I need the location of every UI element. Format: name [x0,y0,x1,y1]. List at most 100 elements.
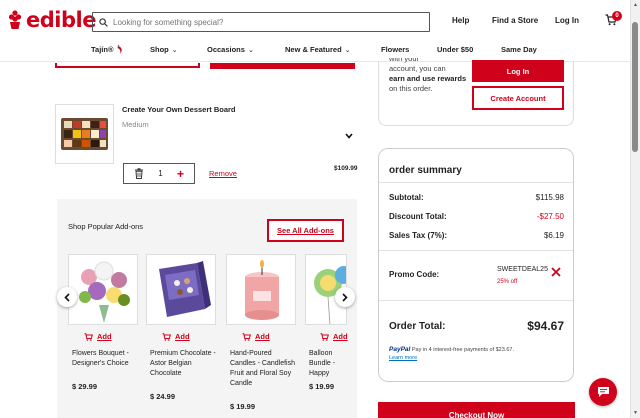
cart-plus-icon [320,332,329,341]
chili-pepper-icon [117,45,123,54]
nav-new-featured[interactable]: New & Featured ⌄ [285,45,351,54]
cart-plus-icon [84,332,93,341]
scroll-down-arrow-icon[interactable]: ▼ [633,410,638,416]
nav-under-50[interactable]: Under $50 [437,45,473,54]
nav-under-50-label: Under $50 [437,45,474,54]
subtotal-label: Subtotal: [389,193,424,202]
subtotal-value: $115.98 [535,193,564,202]
create-account-button[interactable]: Create Account [472,86,564,110]
remove-promo-icon[interactable] [550,266,562,278]
addon-image-flowers[interactable] [68,254,138,325]
carousel-prev-button[interactable] [57,287,77,307]
nav-tajin[interactable]: Tajín® [91,45,124,54]
nav-tajin-label: Tajín® [91,45,114,54]
nav-new-featured-label: New & Featured [285,45,342,54]
chevron-left-icon [64,292,70,302]
cart-plus-icon [162,332,171,341]
add-button-candle[interactable]: Add [242,332,270,341]
addon-price: $ 24.99 [150,392,176,401]
prompt-line: on this order. [389,84,433,93]
addon-price: $ 19.99 [309,382,335,391]
addon-name: Balloon Bundle - Happy Birthday Bundle [309,350,336,377]
product-title[interactable]: Create Your Own Dessert Board [122,105,236,114]
carousel-next-button[interactable] [335,287,355,307]
logo-mark-icon [8,10,22,29]
item-price: $109.99 [334,165,358,172]
nav-shop[interactable]: Shop ⌄ [150,45,178,54]
nav-same-day[interactable]: Same Day [501,45,537,54]
chevron-down-icon: ⌄ [344,46,351,54]
quantity-stepper[interactable]: 1 + [123,163,195,184]
partial-filled-button[interactable] [210,63,355,69]
chat-icon [597,387,609,397]
addon-price: $ 19.99 [230,402,256,411]
trash-icon[interactable] [134,168,144,179]
checkout-button[interactable]: Checkout Now [378,402,575,418]
promo-code: SWEETDEAL25 [497,266,548,273]
addon-name: Premium Chocolate - Astor Belgian Chocol… [150,350,216,377]
brand-name: edible [26,8,96,32]
cart-plus-icon [242,332,251,341]
addons-title: Shop Popular Add-ons [68,222,144,231]
edible-logo[interactable]: edible [8,8,96,32]
partial-outline-button[interactable] [55,63,200,68]
divider [379,250,573,251]
login-link[interactable]: Log In [555,16,579,25]
nav-flowers-label: Flowers [381,45,410,54]
divider [379,300,573,301]
help-link[interactable]: Help [452,16,469,25]
learn-more-link[interactable]: Learn more [389,355,417,361]
addon-image-chocolate[interactable] [146,254,216,325]
promo-label: Promo Code: [389,270,440,279]
search-input[interactable] [113,17,413,27]
nav-shop-label: Shop [150,45,169,54]
addon-price: $ 29.99 [72,382,98,391]
product-size: Medium [122,120,149,129]
add-button-chocolate[interactable]: Add [162,332,190,341]
add-label: Add [255,332,270,341]
order-total-value: $94.67 [527,319,564,333]
summary-title: order summary [389,165,462,176]
product-image [55,104,114,164]
search-bar[interactable] [92,12,430,32]
account-prompt-text: with your account, you can earn and use … [389,58,469,94]
chevron-down-icon: ⌄ [171,46,178,54]
see-all-addons-button[interactable]: See All Add-ons [267,219,344,242]
prompt-line: account, you can [389,64,446,73]
checkout-label: Checkout Now [448,411,505,418]
discount-value: -$27.50 [536,212,564,221]
add-label: Add [97,332,112,341]
add-label: Add [333,332,348,341]
increment-button[interactable]: + [177,168,184,180]
remove-link[interactable]: Remove [209,169,237,178]
search-icon [99,17,108,27]
add-button-balloon[interactable]: Add [320,332,348,341]
paypal-message: PayPal Pay in 4 interest-free payments o… [389,346,569,362]
scroll-up-arrow-icon[interactable]: ▲ [633,2,638,8]
chevron-down-icon: ⌄ [247,46,254,54]
add-label: Add [175,332,190,341]
chevron-right-icon [342,292,348,302]
addon-name: Hand-Poured Candles - Candlefish Fruit a… [230,350,295,387]
nav-flowers[interactable]: Flowers [381,45,409,54]
chevron-down-icon[interactable] [345,133,353,139]
promo-discount: 25% off [497,279,518,285]
nav-occasions-label: Occasions [207,45,245,54]
login-button[interactable]: Log In [472,60,564,82]
cart-count-badge: 0 [612,11,622,21]
order-total-label: Order Total: [389,321,446,332]
nav-occasions[interactable]: Occasions ⌄ [207,45,254,54]
addon-name: Flowers Bouquet - Designer's Choice [72,350,129,367]
add-button-flowers[interactable]: Add [84,332,112,341]
discount-label: Discount Total: [389,212,447,221]
addon-image-candle[interactable] [226,254,296,325]
divider [379,182,573,183]
scrollbar-thumb[interactable] [632,22,638,152]
quantity-value: 1 [158,169,163,178]
chat-button[interactable] [589,378,617,406]
tax-value: $6.19 [543,231,564,240]
find-store-link[interactable]: Find a Store [492,16,538,25]
tax-label: Sales Tax (7%): [389,231,448,240]
prompt-bold: earn and use rewards [389,74,467,83]
paypal-text: Pay in 4 interest-free payments of $23.6… [411,347,514,353]
